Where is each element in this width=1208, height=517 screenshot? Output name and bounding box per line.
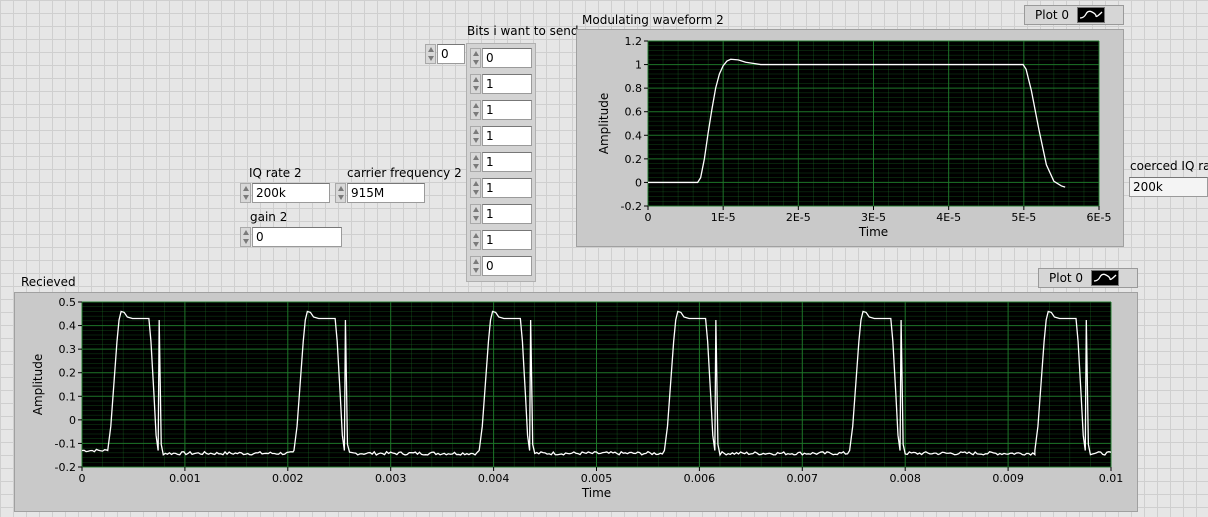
y-tick-label: 0.8 [625,82,643,95]
y-tick-label: 0.3 [59,343,77,356]
carrier-frequency-input[interactable]: 915M [347,183,425,203]
y-tick-label: 1.2 [625,35,643,48]
bits-array-element[interactable]: 0 [470,256,533,276]
x-tick-label: 0.001 [169,472,201,485]
x-tick-label: 4E-5 [936,211,961,224]
x-axis-label: Time [581,486,611,500]
bit-value-input[interactable]: 0 [482,256,532,276]
index-spinner-icon[interactable] [425,44,436,64]
iq-rate-spinner-icon[interactable] [240,183,251,203]
y-tick-label: 0.6 [625,106,643,119]
bit-value-input[interactable]: 1 [482,100,532,120]
bit-spinner-icon[interactable] [470,126,481,146]
x-tick-label: 0 [79,472,86,485]
iq-rate-control[interactable]: 200k [240,183,332,203]
bit-spinner-icon[interactable] [470,152,481,172]
bit-spinner-icon[interactable] [470,100,481,120]
x-tick-label: 0.005 [581,472,613,485]
bit-value-input[interactable]: 1 [482,178,532,198]
bits-array-element[interactable]: 1 [470,204,533,224]
x-tick-label: 0 [645,211,652,224]
bit-spinner-icon[interactable] [470,230,481,250]
carrier-frequency-control[interactable]: 915M [335,183,427,203]
x-tick-label: 0.003 [375,472,407,485]
x-tick-label: 0.004 [478,472,510,485]
gain-label: gain 2 [250,210,288,224]
y-tick-label: 0 [635,176,642,189]
x-tick-label: 0.002 [272,472,304,485]
bit-spinner-icon[interactable] [470,48,481,68]
gain-input[interactable]: 0 [252,227,342,247]
bits-array-element[interactable]: 1 [470,74,533,94]
bit-spinner-icon[interactable] [470,74,481,94]
x-tick-label: 2E-5 [786,211,811,224]
bits-array-panel: 0 1 1 1 1 1 1 1 0 [466,43,536,282]
received-graph[interactable]: 0 0.001 0.002 0.003 0.004 0.005 0.006 0.007 0.00… [14,292,1138,512]
bit-value-input[interactable]: 1 [482,126,532,146]
x-tick-label: 6E-5 [1087,211,1112,224]
line-plot-icon [1091,270,1120,286]
bits-array-element[interactable]: 1 [470,230,533,250]
carrier-frequency-label: carrier frequency 2 [347,166,462,180]
received-plot-legend[interactable]: Plot 0 [1038,268,1138,288]
y-tick-label: 0.4 [625,129,643,142]
bits-array-index-value[interactable]: 0 [437,44,465,64]
modulating-waveform-graph[interactable]: 0 1E-5 2E-5 3E-5 4E-5 5E-5 6E-5-0.200.20.40.60… [576,29,1124,247]
bits-array-element[interactable]: 0 [470,48,533,68]
y-tick-label: -0.2 [55,461,76,474]
y-axis-label: Amplitude [31,354,45,416]
bit-value-input[interactable]: 1 [482,204,532,224]
x-axis-label: Time [858,225,888,239]
iq-rate-label: IQ rate 2 [249,166,302,180]
x-tick-label: 0.007 [787,472,819,485]
bits-array-element[interactable]: 1 [470,100,533,120]
x-tick-label: 3E-5 [861,211,886,224]
x-tick-label: 5E-5 [1011,211,1036,224]
x-tick-label: 0.008 [889,472,921,485]
bit-spinner-icon[interactable] [470,178,481,198]
y-tick-label: -0.1 [55,437,76,450]
coerced-iq-rate-label: coerced IQ rate [1130,159,1208,173]
gain-spinner-icon[interactable] [240,227,251,247]
received-legend-label: Plot 0 [1049,271,1084,285]
y-tick-label: 0.1 [59,390,77,403]
bits-array-element[interactable]: 1 [470,126,533,146]
iq-rate-input[interactable]: 200k [252,183,330,203]
y-tick-label: 1 [635,59,642,72]
bits-array-label: Bits i want to send [467,24,579,38]
bit-spinner-icon[interactable] [470,204,481,224]
y-tick-label: 0.2 [59,367,77,380]
y-tick-label: 0.2 [625,153,643,166]
carrier-frequency-spinner-icon[interactable] [335,183,346,203]
modulating-legend-label: Plot 0 [1035,8,1070,22]
bit-value-input[interactable]: 1 [482,230,532,250]
bit-spinner-icon[interactable] [470,256,481,276]
x-tick-label: 0.009 [992,472,1024,485]
y-tick-label: 0 [69,414,76,427]
y-axis-label: Amplitude [597,93,611,155]
modulating-graph-title: Modulating waveform 2 [582,13,724,27]
modulating-plot-legend[interactable]: Plot 0 [1024,5,1124,25]
bit-value-input[interactable]: 1 [482,152,532,172]
bits-array-element[interactable]: 1 [470,178,533,198]
bits-array-index[interactable]: 0 [425,44,465,64]
x-tick-label: 0.006 [684,472,716,485]
y-tick-label: -0.2 [621,200,642,213]
x-tick-label: 1E-5 [711,211,736,224]
received-graph-title: Recieved [21,275,76,289]
y-tick-label: 0.4 [59,320,77,333]
y-tick-label: 0.5 [59,296,77,309]
coerced-iq-rate-indicator: 200k [1129,177,1208,197]
line-plot-icon [1077,7,1106,23]
bits-array-element[interactable]: 1 [470,152,533,172]
bit-value-input[interactable]: 0 [482,48,532,68]
bit-value-input[interactable]: 1 [482,74,532,94]
x-tick-label: 0.01 [1099,472,1124,485]
gain-control[interactable]: 0 [240,227,344,247]
